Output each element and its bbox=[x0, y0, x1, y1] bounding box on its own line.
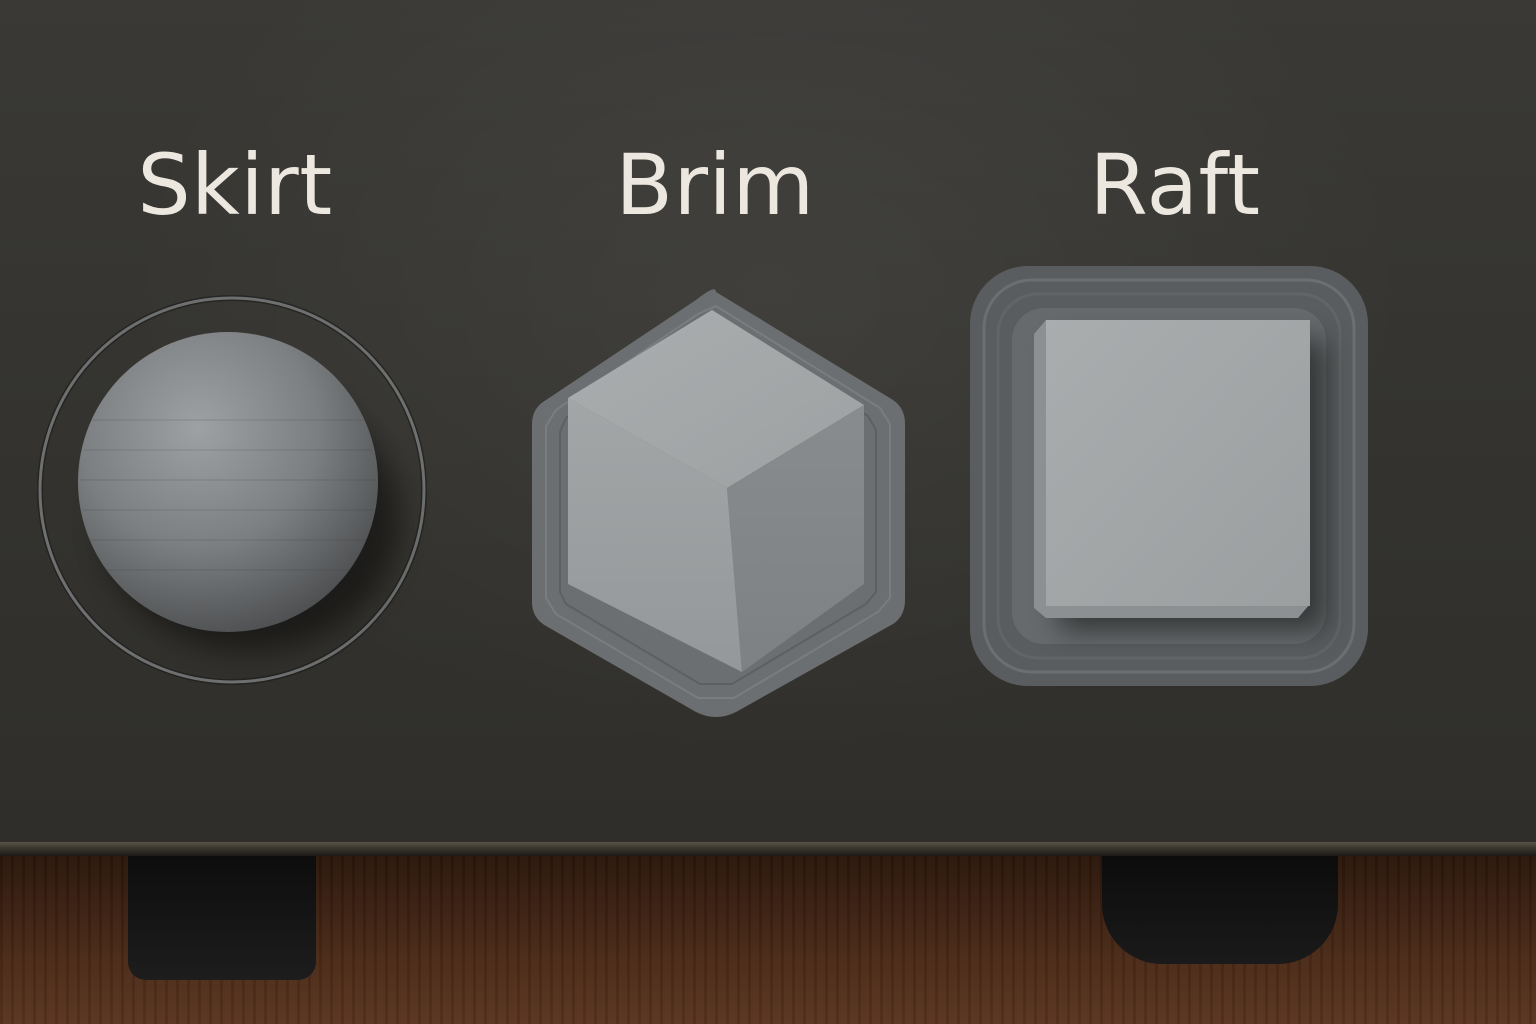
sphere-model bbox=[78, 332, 378, 632]
raft-example bbox=[970, 266, 1368, 686]
brim-example bbox=[532, 289, 905, 717]
illustration bbox=[37, 266, 1368, 717]
skirt-example bbox=[37, 295, 427, 685]
scene: Skirt Brim Raft bbox=[0, 0, 1536, 1024]
raft-block bbox=[1046, 320, 1310, 606]
